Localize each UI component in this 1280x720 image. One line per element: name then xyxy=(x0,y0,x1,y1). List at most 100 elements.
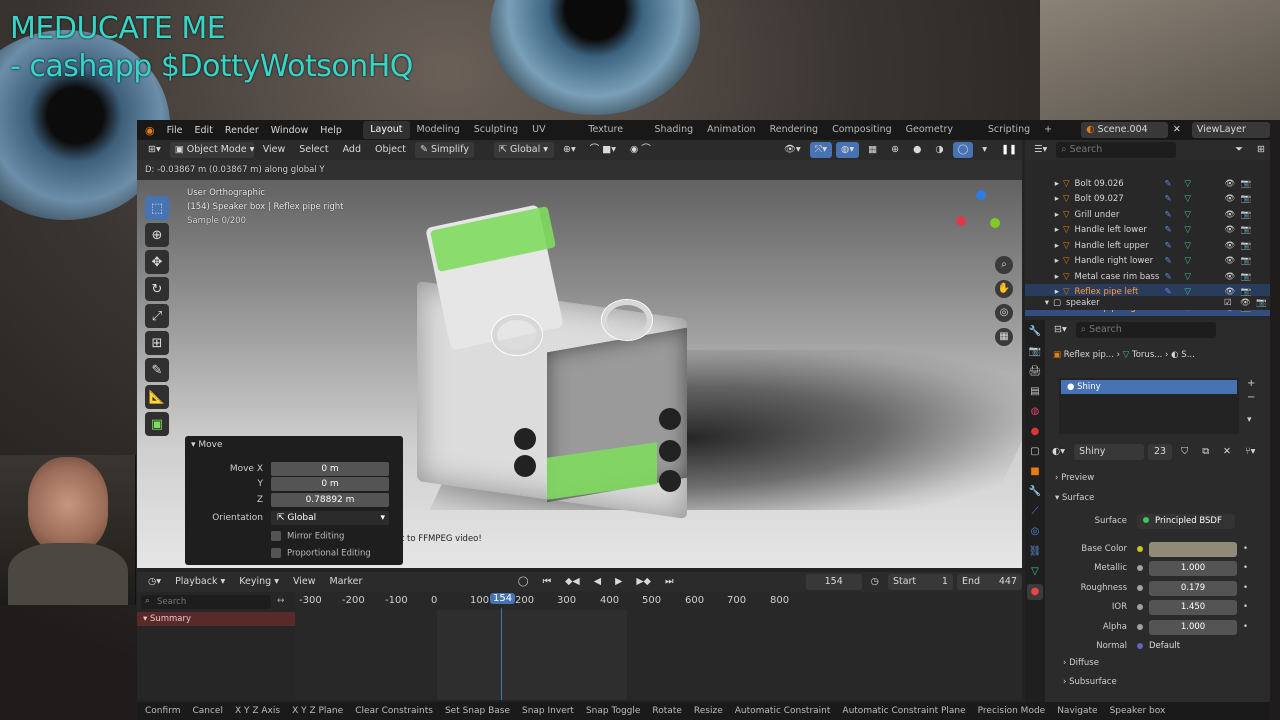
roughness-slider[interactable]: 0.179 xyxy=(1149,580,1237,596)
visibility-eye-icon[interactable]: 👁 xyxy=(1225,256,1241,266)
slot-specials-icon[interactable]: ▾ xyxy=(1247,415,1252,425)
tab-rendering[interactable]: Rendering xyxy=(763,121,826,139)
measure-tool-icon[interactable]: 📐 xyxy=(145,385,169,409)
proportional-edit-icon[interactable]: ◉ ⌒ xyxy=(625,142,656,158)
physics-tab-icon[interactable]: ◎ xyxy=(1027,524,1043,540)
outliner-editor-icon[interactable]: ☰▾ xyxy=(1029,142,1052,158)
move-panel-header[interactable]: ▾ Move xyxy=(191,440,223,450)
timeline-editor-type-icon[interactable]: ◷▾ xyxy=(143,574,166,590)
current-frame-field[interactable]: 154 xyxy=(805,574,862,590)
move-tool-icon[interactable]: ✥ xyxy=(145,250,169,274)
menu-add[interactable]: Add xyxy=(338,142,366,158)
tab-uv-editing[interactable]: UV Editing xyxy=(525,121,581,153)
scene-close-icon[interactable]: ✕ xyxy=(1168,122,1186,138)
pan-hand-icon[interactable]: ✋ xyxy=(995,280,1013,298)
shading-solid-icon[interactable]: ● xyxy=(908,142,926,158)
proportional-editing-checkbox[interactable]: Proportional Editing xyxy=(271,547,371,558)
play-icon[interactable]: ▶ xyxy=(610,574,627,590)
end-frame-field[interactable]: End 447 xyxy=(956,574,1022,590)
keyframe-dot-icon[interactable]: • xyxy=(1243,563,1248,573)
shading-wireframe-icon[interactable]: ⊕ xyxy=(886,142,904,158)
keyframe-dot-icon[interactable]: • xyxy=(1243,602,1248,612)
3d-viewport[interactable]: D: -0.03867 m (0.03867 m) along global Y… xyxy=(137,160,1022,568)
shading-material-icon[interactable]: ◑ xyxy=(930,142,948,158)
tool-tab-icon[interactable]: 🔧 xyxy=(1027,324,1043,340)
menu-window[interactable]: Window xyxy=(265,125,314,136)
outliner-collection-speaker[interactable]: ▾ ▢ speaker ☑ 👁 📷 xyxy=(1025,296,1270,310)
constraints-tab-icon[interactable]: ⛓ xyxy=(1027,544,1043,560)
tab-animation[interactable]: Animation xyxy=(700,121,762,139)
playhead-line[interactable] xyxy=(501,608,502,700)
menu-file[interactable]: File xyxy=(161,125,189,136)
unlink-material-icon[interactable]: ✕ xyxy=(1218,444,1236,460)
tab-compositing[interactable]: Compositing xyxy=(825,121,899,139)
tab-scripting[interactable]: Scripting xyxy=(981,121,1037,139)
output-tab-icon[interactable]: 🖨 xyxy=(1027,364,1043,380)
material-tab-icon[interactable]: ● xyxy=(1027,584,1043,600)
tab-geometry-nodes[interactable]: Geometry Nodes xyxy=(899,121,981,153)
metallic-slider[interactable]: 1.000 xyxy=(1149,560,1237,576)
tab-layout[interactable]: Layout xyxy=(363,121,410,139)
outliner-item[interactable]: ▸ ▽ Handle left lower ✎ ▽ 👁 📷 xyxy=(1025,222,1270,238)
snap-icon[interactable]: ⌒ ■▾ xyxy=(585,142,621,158)
menu-object[interactable]: Object xyxy=(370,142,411,158)
move-x-field[interactable]: 0 m xyxy=(271,462,389,476)
rotate-tool-icon[interactable]: ↻ xyxy=(145,277,169,301)
blender-logo-icon[interactable]: ◉ xyxy=(137,124,161,137)
render-camera-icon[interactable]: 📷 xyxy=(1256,298,1270,308)
jump-start-icon[interactable]: ⏮ xyxy=(538,574,557,590)
pivot-icon[interactable]: ⊕▾ xyxy=(558,142,581,158)
keyframe-dot-icon[interactable]: • xyxy=(1243,583,1248,593)
duplicate-material-icon[interactable]: ⧉ xyxy=(1197,444,1214,460)
select-box-tool-icon[interactable]: ⬚ xyxy=(145,196,169,220)
playback-menu[interactable]: Playback ▾ xyxy=(170,574,230,590)
keyframe-dot-icon[interactable]: • xyxy=(1243,544,1248,554)
material-users-count[interactable]: 23 xyxy=(1148,444,1173,460)
render-camera-icon[interactable]: 📷 xyxy=(1241,179,1252,189)
base-color-swatch[interactable] xyxy=(1149,541,1237,557)
diffuse-panel-header[interactable]: › Diffuse xyxy=(1063,658,1099,668)
render-camera-icon[interactable]: 📷 xyxy=(1241,210,1252,220)
transform-orientation-selector[interactable]: ⇱ Global ▾ xyxy=(493,142,554,158)
menu-render[interactable]: Render xyxy=(219,125,265,136)
mode-selector[interactable]: ▣ Object Mode ▾ xyxy=(169,142,254,158)
outliner-item[interactable]: ▸ ▽ Metal case rim bass ✎ ▽ 👁 📷 xyxy=(1025,269,1270,285)
surface-panel-header[interactable]: ▾ Surface xyxy=(1055,490,1260,506)
render-camera-icon[interactable]: 📷 xyxy=(1241,194,1252,204)
visibility-eye-icon[interactable]: 👁 xyxy=(1225,210,1241,220)
annotate-tool-icon[interactable]: ✎ xyxy=(145,358,169,382)
visibility-eye-icon[interactable]: 👁 xyxy=(1225,272,1241,282)
move-z-field[interactable]: 0.78892 m xyxy=(271,493,389,507)
visibility-eye-icon[interactable]: 👁 xyxy=(1240,298,1256,308)
gizmo-y-axis-icon[interactable] xyxy=(990,218,1000,228)
preview-panel-header[interactable]: › Preview xyxy=(1055,470,1260,486)
camera-view-icon[interactable]: ◎ xyxy=(995,304,1013,322)
render-camera-icon[interactable]: 📷 xyxy=(1241,256,1252,266)
editor-type-icon[interactable]: ⊞▾ xyxy=(143,142,166,158)
tab-shading[interactable]: Shading xyxy=(648,121,701,139)
shading-options-icon[interactable]: ▾ xyxy=(977,142,992,158)
outliner-item[interactable]: ▸ ▽ Handle left upper ✎ ▽ 👁 📷 xyxy=(1025,238,1270,254)
cursor-tool-icon[interactable]: ⊕ xyxy=(145,223,169,247)
world-tab-icon[interactable]: ● xyxy=(1027,424,1043,440)
ortho-toggle-icon[interactable]: ▦ xyxy=(995,328,1013,346)
auto-key-icon[interactable]: ◯ xyxy=(513,574,534,590)
timeline-search-input[interactable]: Search xyxy=(141,595,271,609)
overlay-toggle[interactable]: ◍▾ xyxy=(836,142,860,158)
particles-tab-icon[interactable]: ⟋ xyxy=(1027,504,1043,520)
gizmo-toggle[interactable]: ⤧▾ xyxy=(809,142,833,158)
visibility-eye-icon[interactable]: 👁 xyxy=(1225,225,1241,235)
keyframe-dot-icon[interactable]: • xyxy=(1243,622,1248,632)
material-slot-item[interactable]: ● Shiny xyxy=(1061,380,1237,394)
jump-keyframe-forward-icon[interactable]: ▶◆ xyxy=(631,574,656,590)
gizmo-z-axis-icon[interactable] xyxy=(976,190,986,200)
current-frame-marker[interactable]: 154 xyxy=(490,593,516,604)
view-layer-selector[interactable]: ViewLayer xyxy=(1191,122,1270,138)
jump-end-icon[interactable]: ⏭ xyxy=(660,574,679,590)
collection-checkbox-icon[interactable]: ☑ xyxy=(1224,298,1240,308)
zoom-icon[interactable]: ⌕ xyxy=(995,256,1013,274)
menu-select[interactable]: Select xyxy=(294,142,333,158)
filter-icon[interactable]: ⏷ xyxy=(1230,142,1248,158)
normal-value[interactable]: Default xyxy=(1149,641,1180,651)
material-slot-list[interactable]: ● Shiny xyxy=(1059,378,1239,434)
